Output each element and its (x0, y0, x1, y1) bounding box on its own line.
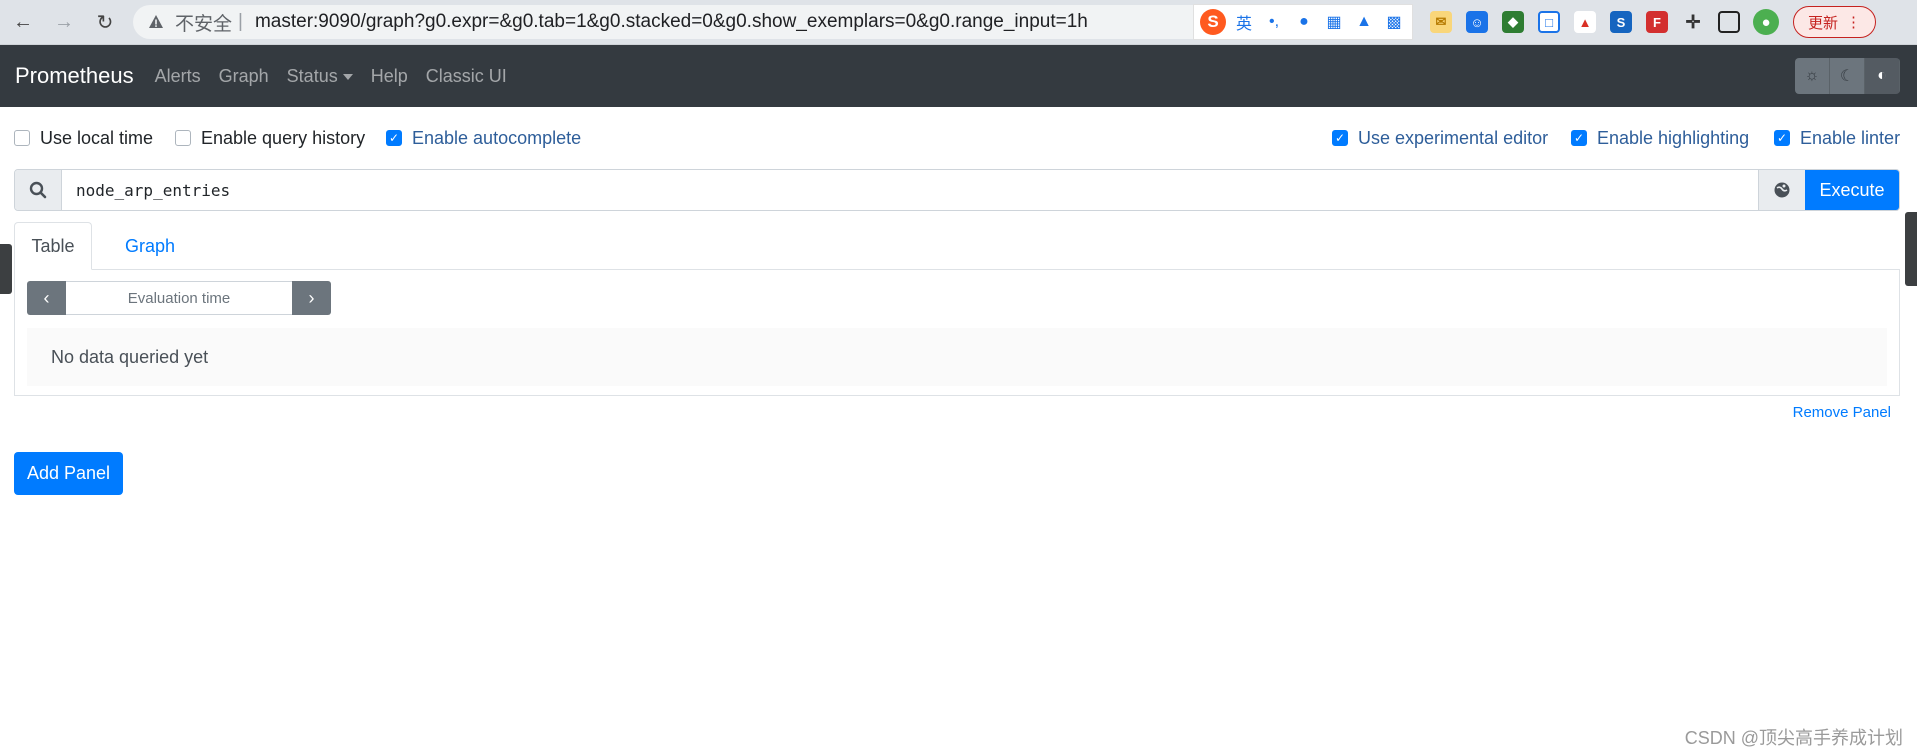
extension-screenshot-icon[interactable]: □ (1538, 11, 1560, 33)
punctuation-icon[interactable]: •, (1262, 13, 1286, 31)
update-label: 更新 (1808, 14, 1839, 32)
evaluation-time-input[interactable]: Evaluation time (66, 281, 292, 315)
use-local-time-checkbox[interactable] (14, 130, 30, 146)
enable-autocomplete-checkbox[interactable]: ✓ (386, 130, 402, 146)
brand-link[interactable]: Prometheus (15, 63, 134, 89)
extension-user-icon[interactable]: ☺ (1466, 11, 1488, 33)
skin-icon[interactable]: ▲ (1352, 13, 1376, 31)
use-experimental-editor-checkbox[interactable]: ✓ (1332, 130, 1348, 146)
enable-linter-option[interactable]: ✓ Enable linter (1774, 124, 1900, 152)
chevron-left-icon[interactable]: ‹ (27, 281, 66, 315)
extension-mail-icon[interactable]: ✉ (1430, 11, 1452, 33)
use-experimental-editor-label: Use experimental editor (1358, 127, 1549, 148)
left-side-handle[interactable] (0, 244, 12, 294)
evaluation-time-control: ‹ Evaluation time › (27, 281, 331, 315)
tab-graph[interactable]: Graph (100, 222, 200, 270)
right-side-handle[interactable] (1905, 212, 1917, 286)
keyboard-icon[interactable]: ▦ (1322, 12, 1346, 32)
sogou-icon[interactable]: S (1200, 9, 1226, 35)
panel-tabs: Table Graph (14, 222, 1900, 270)
enable-linter-label: Enable linter (1800, 127, 1901, 148)
expression-bar: node_arp_entries Execute (14, 169, 1900, 211)
sidepanel-icon[interactable] (1718, 11, 1740, 33)
more-icon: ⋮ (1846, 14, 1862, 31)
extension-shield-icon[interactable]: ◆ (1502, 11, 1524, 33)
enable-query-history-label: Enable query history (201, 127, 366, 148)
extension-tree-icon[interactable]: ▲ (1574, 11, 1596, 33)
nav-status-label: Status (286, 65, 338, 86)
watermark: CSDN @顶尖高手养成计划 (1684, 728, 1903, 748)
enable-highlighting-option[interactable]: ✓ Enable highlighting (1571, 124, 1749, 152)
add-panel-button[interactable]: Add Panel (14, 452, 123, 495)
enable-highlighting-label: Enable highlighting (1597, 127, 1750, 148)
url-text: master:9090/graph?g0.expr=&g0.tab=1&g0.s… (254, 11, 1088, 32)
microphone-icon[interactable]: ● (1292, 13, 1316, 31)
enable-autocomplete-label: Enable autocomplete (412, 127, 582, 148)
url-separator: | (238, 11, 243, 32)
warning-icon (147, 13, 165, 31)
chevron-right-icon[interactable]: › (292, 281, 331, 315)
insecure-label: 不安全 (175, 13, 233, 35)
use-local-time-option[interactable]: Use local time (14, 124, 153, 152)
dark-theme-icon[interactable]: ☾ (1830, 58, 1865, 94)
caret-down-icon (342, 73, 353, 80)
remove-panel-link[interactable]: Remove Panel (1793, 404, 1891, 421)
puzzle-icon[interactable]: ✛ (1682, 11, 1704, 33)
enable-linter-checkbox[interactable]: ✓ (1774, 130, 1790, 146)
nav-status-dropdown[interactable]: Status (287, 66, 353, 87)
use-experimental-editor-option[interactable]: ✓ Use experimental editor (1332, 124, 1548, 152)
theme-switcher: ☼ ☾ ◐ (1795, 58, 1900, 94)
extensions-bar: S 英 •, ● ▦ ▲ ▩ ✉ ☺ ◆ □ ▲ S F ✛ ● 更新 ⋮ (1193, 0, 1917, 44)
metrics-explorer-icon[interactable] (1758, 170, 1805, 210)
enable-query-history-checkbox[interactable] (175, 130, 191, 146)
enable-autocomplete-option[interactable]: ✓ Enable autocomplete (386, 124, 581, 152)
forward-icon[interactable]: → (52, 10, 76, 34)
apps-icon[interactable]: ▩ (1382, 12, 1406, 32)
enable-query-history-option[interactable]: Enable query history (175, 124, 365, 152)
nav-alerts[interactable]: Alerts (155, 66, 201, 87)
browser-toolbar: ← → ↻ 不安全 | master:9090/graph?g0.expr=&g… (0, 0, 1917, 45)
no-data-message: No data queried yet (27, 328, 1887, 386)
light-theme-icon[interactable]: ☼ (1795, 58, 1830, 94)
nav-help[interactable]: Help (371, 66, 408, 87)
use-local-time-label: Use local time (40, 127, 154, 148)
panel-body: ‹ Evaluation time › No data queried yet (14, 269, 1900, 396)
app-navbar: Prometheus Alerts Graph Status Help Clas… (0, 45, 1917, 107)
search-icon (15, 170, 62, 210)
reload-icon[interactable]: ↻ (93, 10, 117, 34)
nav-graph[interactable]: Graph (219, 66, 269, 87)
options-row: Use local time Enable query history ✓ En… (14, 124, 1903, 152)
ime-toolbar: S 英 •, ● ▦ ▲ ▩ (1193, 4, 1413, 40)
expression-input[interactable]: node_arp_entries (62, 170, 1758, 210)
update-button[interactable]: 更新 ⋮ (1793, 6, 1877, 38)
tab-table[interactable]: Table (14, 222, 92, 270)
extension-s-icon[interactable]: S (1610, 11, 1632, 33)
enable-highlighting-checkbox[interactable]: ✓ (1571, 130, 1587, 146)
auto-theme-icon[interactable]: ◐ (1865, 58, 1900, 94)
extension-fe-icon[interactable]: F (1646, 11, 1668, 33)
execute-button[interactable]: Execute (1805, 170, 1899, 210)
avatar[interactable]: ● (1753, 9, 1779, 35)
nav-classic-ui[interactable]: Classic UI (426, 66, 507, 87)
ime-language[interactable]: 英 (1232, 10, 1256, 34)
back-icon[interactable]: ← (11, 10, 35, 34)
